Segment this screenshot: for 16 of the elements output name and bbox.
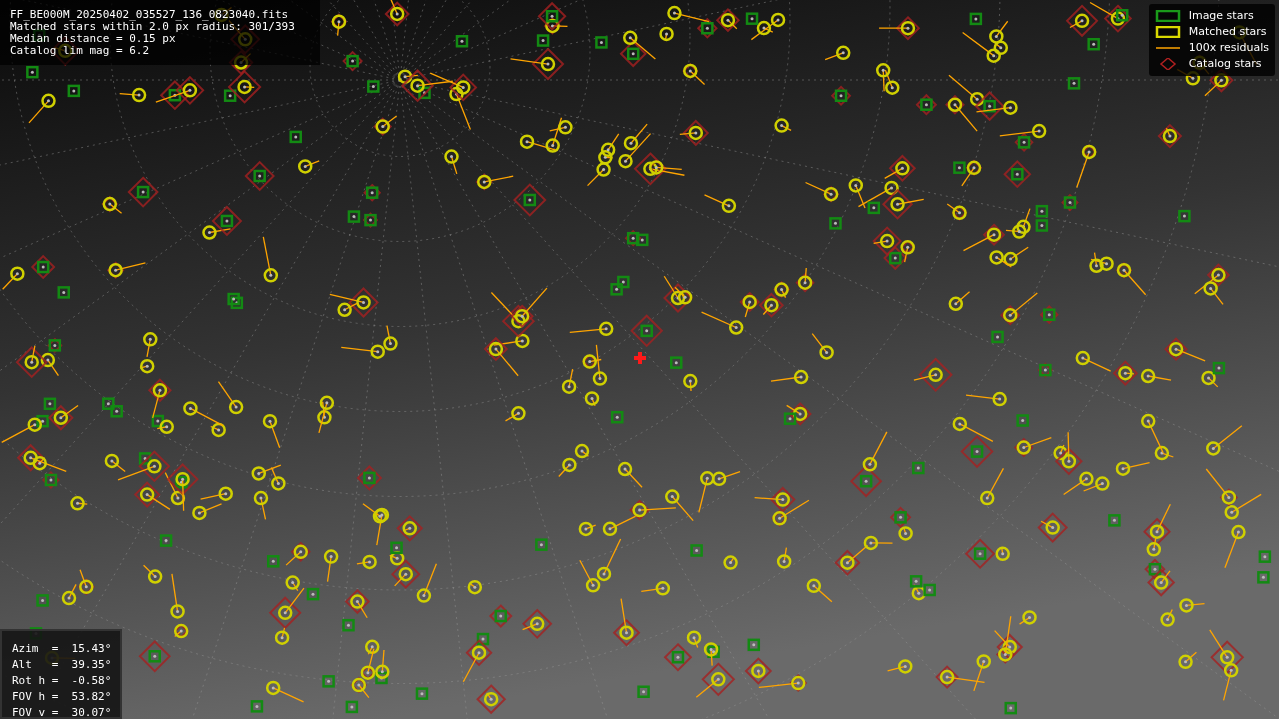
pointing-text: Alt = 39.35° <box>12 657 110 673</box>
pointing-text: Rot h = -0.58° <box>12 673 110 689</box>
info-text: Matched stars within 2.0 px radius: 301/393 <box>10 21 296 33</box>
matched-star-swatch-icon <box>1154 26 1181 38</box>
legend-label: Catalog stars <box>1188 55 1262 72</box>
pointing-text: FOV h = 53.82° <box>12 689 110 705</box>
image-star-swatch-icon <box>1154 10 1181 22</box>
info-text: Catalog lim mag = 6.2 <box>10 45 151 57</box>
info-text: Median distance = 0.15 px <box>10 33 177 45</box>
legend-label: Image stars <box>1188 7 1254 24</box>
legend-label: 100x residuals <box>1188 39 1269 56</box>
crosshair-icon <box>632 350 648 366</box>
pointing-text: FOV v = 30.07° <box>12 705 110 719</box>
legend-label: Matched stars <box>1188 23 1267 40</box>
info-text: FF_BE000M_20250402_035527_136_0823040.fits <box>10 9 290 21</box>
pointing-text: Azim = 15.43° <box>12 641 110 657</box>
